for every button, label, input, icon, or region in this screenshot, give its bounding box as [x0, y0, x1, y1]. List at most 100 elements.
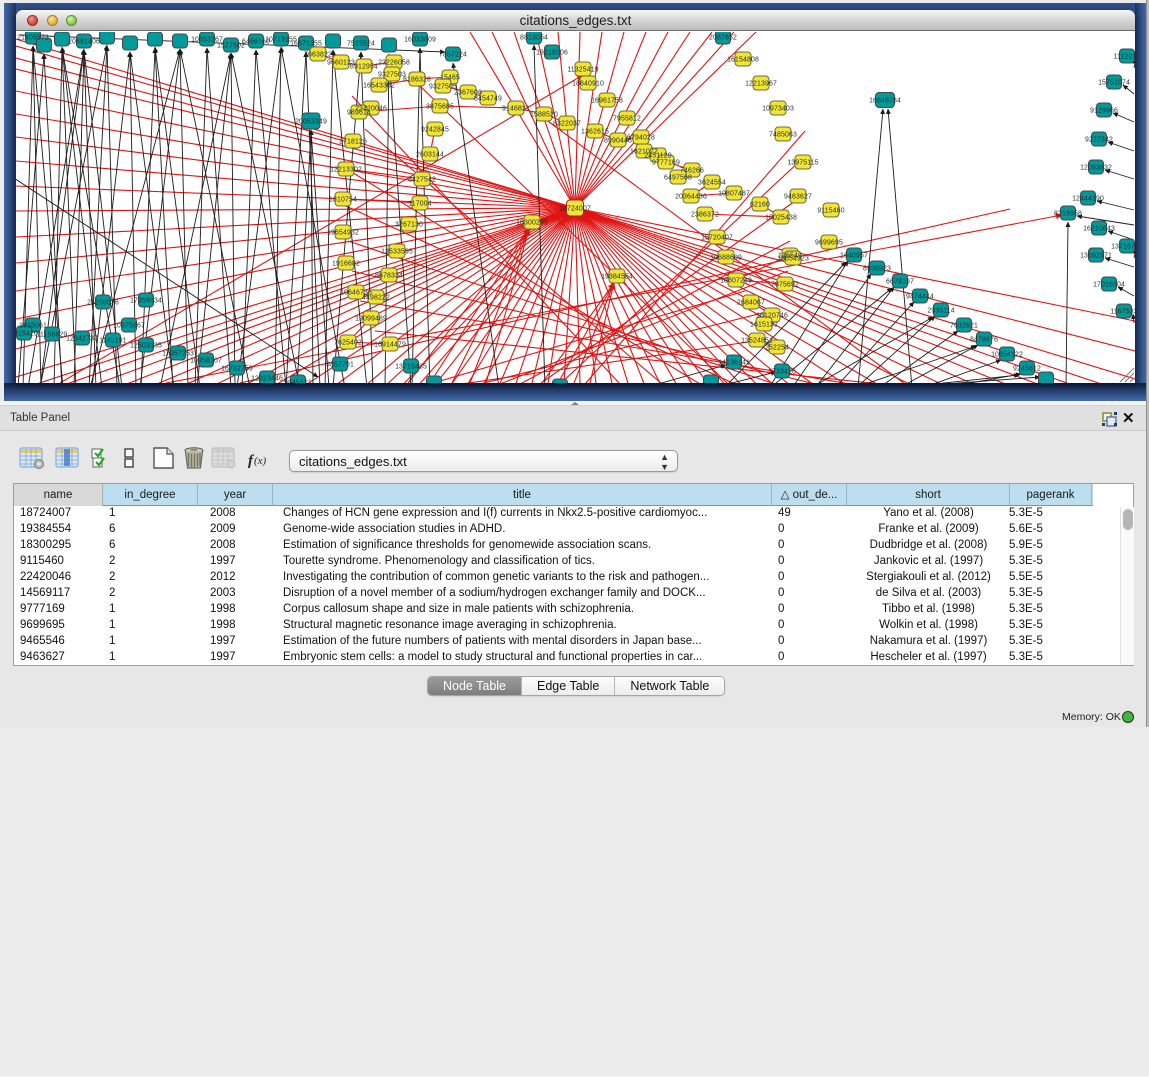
svg-text:9845121: 9845121: [284, 379, 312, 383]
svg-text:16914479: 16914479: [374, 341, 406, 348]
svg-text:13524851: 13524851: [741, 337, 773, 344]
svg-text:2386372: 2386372: [691, 211, 719, 218]
svg-text:16782759: 16782759: [221, 365, 253, 372]
svg-text:1145191: 1145191: [99, 337, 126, 344]
svg-text:8215958: 8215958: [1054, 210, 1082, 217]
svg-text:7663822: 7663822: [304, 51, 332, 58]
svg-text:1640957: 1640957: [840, 252, 868, 259]
svg-text:19218506: 19218506: [536, 49, 568, 56]
svg-text:13716753: 13716753: [1111, 243, 1135, 250]
svg-text:8912954: 8912954: [350, 63, 378, 70]
svg-text:13533595: 13533595: [381, 248, 413, 255]
svg-text:16210643: 16210643: [1083, 225, 1115, 232]
svg-text:7625402: 7625402: [334, 339, 362, 346]
svg-text:9474444: 9474444: [906, 293, 934, 300]
svg-text:8322037: 8322037: [553, 120, 581, 127]
svg-text:10975867: 10975867: [113, 322, 145, 329]
svg-text:10025438: 10025438: [765, 214, 797, 221]
svg-text:8938923: 8938923: [863, 265, 891, 272]
svg-text:7955812: 7955812: [613, 115, 641, 122]
svg-text:16671355: 16671355: [290, 40, 322, 47]
svg-text:8813054: 8813054: [520, 34, 548, 41]
svg-text:1615132: 1615132: [750, 321, 778, 328]
svg-text:19099489: 19099489: [355, 315, 387, 322]
svg-text:12942737: 12942737: [66, 335, 98, 342]
svg-text:15751074: 15751074: [1098, 79, 1130, 86]
svg-text:12323446: 12323446: [251, 375, 283, 382]
svg-text:1733426: 1733426: [768, 368, 796, 375]
svg-text:21405572: 21405572: [17, 34, 49, 41]
svg-text:6794028: 6794028: [627, 134, 655, 141]
svg-text:10958107: 10958107: [190, 357, 222, 364]
svg-text:17016504: 17016504: [1093, 281, 1125, 288]
svg-text:13692971: 13692971: [1080, 252, 1112, 259]
svg-text:252254: 252254: [765, 344, 789, 351]
svg-text:15720407: 15720407: [701, 234, 733, 241]
svg-text:989614: 989614: [347, 109, 371, 116]
svg-text:13716485: 13716485: [395, 363, 427, 370]
svg-text:17359934: 17359934: [130, 297, 162, 304]
svg-text:1112233: 1112233: [1114, 53, 1135, 60]
svg-text:9245612: 9245612: [1013, 365, 1041, 372]
svg-text:9129966: 9129966: [1090, 107, 1118, 114]
svg-text:7485063: 7485063: [769, 131, 797, 138]
svg-text:9777169: 9777169: [652, 159, 680, 166]
svg-text:9699695: 9699695: [815, 239, 843, 246]
svg-text:18724007: 18724007: [559, 205, 591, 212]
svg-text:10688609: 10688609: [710, 254, 742, 261]
svg-text:117004: 117004: [408, 200, 431, 207]
svg-text:3875685: 3875685: [426, 103, 454, 110]
svg-text:9146821: 9146821: [502, 105, 530, 112]
svg-text:2451120: 2451120: [644, 152, 671, 159]
svg-text:16154808: 16154808: [727, 56, 759, 63]
svg-text:16543362: 16543362: [363, 82, 395, 89]
svg-text:9227342: 9227342: [1085, 136, 1113, 143]
svg-text:13654923: 13654923: [777, 255, 809, 262]
svg-text:3267130: 3267130: [395, 221, 423, 228]
svg-text:9463627: 9463627: [784, 193, 812, 200]
svg-text:9115460: 9115460: [817, 207, 844, 214]
svg-text:9327503: 9327503: [378, 71, 406, 78]
svg-text:1588520: 1588520: [530, 111, 558, 118]
svg-text:1362615: 1362615: [581, 128, 609, 135]
svg-text:26206536: 26206536: [87, 299, 119, 306]
svg-text:16120746: 16120746: [756, 312, 788, 319]
svg-text:62160: 62160: [750, 201, 770, 208]
svg-text:12503135: 12503135: [130, 342, 162, 349]
svg-text:12093832: 12093832: [1080, 164, 1112, 171]
svg-text:23226058: 23226058: [378, 59, 410, 66]
svg-text:13975115: 13975115: [787, 159, 818, 166]
svg-text:14136141: 14136141: [718, 359, 750, 366]
svg-text:2718126: 2718126: [339, 138, 367, 145]
svg-text:9857791: 9857791: [326, 361, 354, 368]
svg-text:8478676: 8478676: [970, 336, 998, 343]
svg-text:11325419: 11325419: [567, 66, 598, 73]
svg-text:20364436: 20364436: [675, 193, 707, 200]
svg-text:7857224: 7857224: [439, 51, 467, 58]
svg-text:18300295: 18300295: [516, 219, 548, 226]
svg-text:16648784: 16648784: [869, 97, 901, 104]
svg-text:1527602: 1527602: [217, 42, 245, 49]
svg-text:6679197: 6679197: [886, 278, 914, 285]
svg-text:1916682: 1916682: [332, 260, 360, 267]
svg-text:2935114: 2935114: [927, 307, 954, 314]
svg-text:1835061: 1835061: [19, 322, 47, 329]
svg-text:8678334: 8678334: [375, 272, 403, 279]
svg-text:12444190: 12444190: [1072, 195, 1104, 202]
svg-text:10973403: 10973403: [762, 105, 794, 112]
svg-text:8427542: 8427542: [408, 176, 436, 183]
svg-text:12213967: 12213967: [745, 80, 777, 87]
svg-text:6497568: 6497568: [664, 174, 692, 181]
svg-text:7632621: 7632621: [950, 322, 978, 329]
svg-text:16033809: 16033809: [404, 36, 436, 43]
svg-text:3915420: 3915420: [16, 330, 38, 337]
svg-text:1167533: 1167533: [1110, 308, 1135, 315]
svg-text:19654932: 19654932: [327, 229, 359, 236]
svg-text:17957253: 17957253: [162, 350, 194, 357]
svg-text:2087652: 2087652: [709, 34, 737, 41]
svg-text:3624554: 3624554: [698, 179, 726, 186]
svg-text:9242845: 9242845: [421, 126, 449, 133]
svg-text:16961758: 16961758: [591, 97, 623, 104]
svg-text:2603144: 2603144: [416, 151, 444, 158]
svg-text:20053349: 20053349: [295, 118, 327, 125]
